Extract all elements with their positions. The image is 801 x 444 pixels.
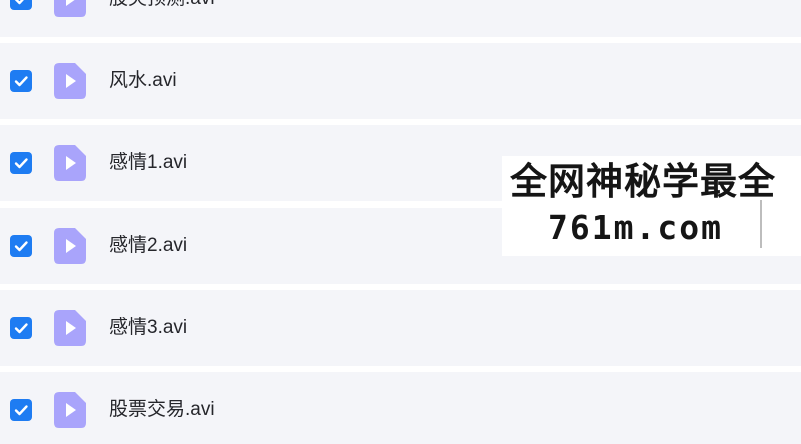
file-name: 感情3.avi xyxy=(109,317,188,338)
file-name: 感情1.avi xyxy=(109,152,188,173)
file-row[interactable]: 股票交易.avi xyxy=(0,372,801,444)
watermark-url: 761m.com xyxy=(548,208,723,247)
file-name: 感情2.avi xyxy=(109,235,188,256)
file-checkbox[interactable] xyxy=(10,0,32,10)
file-name: 风水.avi xyxy=(109,70,177,91)
watermark-divider xyxy=(760,200,762,248)
file-row[interactable]: 感情3.avi xyxy=(0,290,801,366)
file-checkbox[interactable] xyxy=(10,152,32,174)
file-row[interactable]: 风水.avi xyxy=(0,43,801,119)
watermark-text: 全网神秘学最全 xyxy=(510,160,776,203)
file-name: 股灾预测.avi xyxy=(109,0,215,10)
checkmark-icon xyxy=(14,241,28,252)
file-name: 股票交易.avi xyxy=(109,399,215,420)
video-file-icon xyxy=(54,310,86,346)
video-file-icon xyxy=(54,392,86,428)
video-file-icon xyxy=(54,228,86,264)
video-file-icon xyxy=(54,63,86,99)
video-file-icon xyxy=(54,145,86,181)
file-list: 股灾预测.avi 风水.avi 感情1.avi 感情2.avi 感情3.avi xyxy=(0,0,801,444)
checkmark-icon xyxy=(14,323,28,334)
checkmark-icon xyxy=(14,158,28,169)
checkmark-icon xyxy=(14,0,24,5)
file-checkbox[interactable] xyxy=(10,399,32,421)
file-checkbox[interactable] xyxy=(10,317,32,339)
video-file-icon xyxy=(54,0,86,17)
watermark-overlay: 全网神秘学最全 761m.com xyxy=(502,156,801,256)
checkmark-icon xyxy=(14,76,28,87)
file-checkbox[interactable] xyxy=(10,70,32,92)
checkmark-icon xyxy=(14,405,28,416)
file-checkbox[interactable] xyxy=(10,235,32,257)
file-row[interactable]: 股灾预测.avi xyxy=(0,0,801,37)
